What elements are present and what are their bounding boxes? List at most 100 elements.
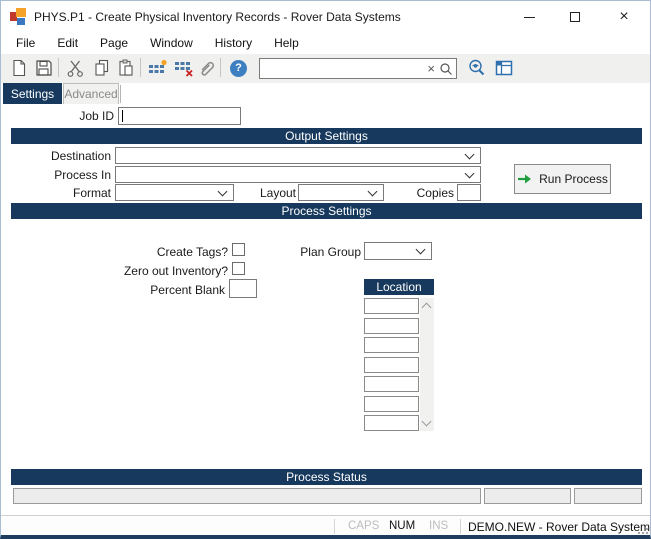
titlebar: PHYS.P1 - Create Physical Inventory Reco… bbox=[1, 1, 650, 33]
close-icon: × bbox=[619, 9, 628, 25]
location-input[interactable] bbox=[364, 376, 419, 392]
copy-button[interactable] bbox=[90, 57, 113, 79]
save-icon bbox=[35, 59, 53, 77]
process-status-field-2 bbox=[484, 488, 571, 504]
help-button[interactable]: ? bbox=[227, 57, 250, 79]
destination-select[interactable] bbox=[115, 147, 481, 164]
toolbar-separator bbox=[220, 58, 221, 77]
process-status-header: Process Status bbox=[11, 469, 642, 485]
scroll-up-icon[interactable] bbox=[422, 303, 432, 313]
paste-icon bbox=[117, 59, 135, 77]
caps-lock-indicator: CAPS bbox=[348, 520, 379, 532]
close-button[interactable]: × bbox=[597, 2, 651, 32]
chevron-down-icon bbox=[416, 245, 426, 255]
plan-group-label: Plan Group bbox=[241, 244, 361, 260]
menu-history[interactable]: History bbox=[204, 33, 263, 54]
cut-button[interactable] bbox=[64, 57, 87, 79]
resize-grip[interactable] bbox=[636, 522, 648, 534]
process-in-label: Process In bbox=[1, 167, 111, 183]
zero-out-inventory-checkbox[interactable] bbox=[232, 262, 245, 275]
insert-mode-indicator: INS bbox=[429, 520, 448, 532]
maximize-button[interactable] bbox=[552, 2, 597, 32]
run-process-label: Run Process bbox=[539, 172, 608, 186]
menu-file[interactable]: File bbox=[5, 33, 46, 54]
layout-label: Layout bbox=[191, 185, 296, 201]
location-scrollbar[interactable] bbox=[420, 298, 434, 431]
tab-strip-edge bbox=[120, 85, 121, 103]
save-button[interactable] bbox=[32, 57, 55, 79]
process-status-message-field bbox=[13, 488, 481, 504]
job-id-label: Job ID bbox=[1, 108, 114, 124]
location-list bbox=[364, 298, 419, 431]
search-clear-icon[interactable]: × bbox=[424, 62, 438, 75]
location-input[interactable] bbox=[364, 318, 419, 334]
menu-edit[interactable]: Edit bbox=[46, 33, 89, 54]
zoom-preview-button[interactable] bbox=[465, 57, 488, 79]
scroll-down-icon[interactable] bbox=[422, 417, 432, 427]
statusbar-separator bbox=[334, 519, 335, 534]
zoom-preview-icon bbox=[467, 58, 487, 78]
help-icon: ? bbox=[230, 60, 247, 77]
format-label: Format bbox=[1, 185, 111, 201]
statusbar-separator bbox=[460, 519, 461, 534]
location-input[interactable] bbox=[364, 357, 419, 373]
search-field: × bbox=[259, 58, 457, 79]
location-input[interactable] bbox=[364, 396, 419, 412]
layout-grid-button[interactable] bbox=[492, 57, 515, 79]
new-document-button[interactable] bbox=[7, 57, 30, 79]
app-window: PHYS.P1 - Create Physical Inventory Reco… bbox=[0, 0, 651, 539]
process-settings-header: Process Settings bbox=[11, 203, 642, 219]
destination-label: Destination bbox=[1, 148, 111, 164]
tab-settings[interactable]: Settings bbox=[3, 83, 62, 104]
new-document-icon bbox=[10, 59, 28, 77]
layout-grid-icon bbox=[494, 58, 514, 78]
toolbar-separator bbox=[140, 58, 141, 77]
insert-row-icon bbox=[148, 59, 168, 77]
num-lock-indicator: NUM bbox=[389, 520, 415, 532]
app-icon-orange-square bbox=[16, 8, 26, 17]
insert-row-button[interactable] bbox=[146, 57, 169, 79]
menu-help[interactable]: Help bbox=[263, 33, 310, 54]
chevron-down-icon bbox=[465, 168, 475, 178]
run-arrow-icon bbox=[517, 172, 533, 186]
job-id-input[interactable] bbox=[118, 107, 241, 125]
copies-label: Copies bbox=[344, 185, 454, 201]
process-status-field-3 bbox=[574, 488, 642, 504]
text-cursor bbox=[122, 110, 123, 122]
minimize-button[interactable] bbox=[507, 2, 552, 32]
paste-button[interactable] bbox=[114, 57, 137, 79]
attach-icon bbox=[197, 59, 216, 78]
toolbar-separator bbox=[58, 58, 59, 77]
location-header: Location bbox=[364, 279, 434, 295]
copies-input[interactable] bbox=[457, 184, 481, 201]
window-title: PHYS.P1 - Create Physical Inventory Reco… bbox=[34, 10, 401, 24]
run-process-button[interactable]: Run Process bbox=[514, 164, 611, 194]
tab-advanced[interactable]: Advanced bbox=[63, 83, 119, 104]
menu-bar: File Edit Page Window History Help bbox=[1, 33, 650, 54]
app-icon bbox=[10, 8, 28, 26]
output-settings-header: Output Settings bbox=[11, 128, 642, 144]
chevron-down-icon bbox=[465, 149, 475, 159]
process-in-select[interactable] bbox=[115, 166, 481, 183]
plan-group-select[interactable] bbox=[364, 242, 432, 260]
connection-label: DEMO.NEW - Rover Data Systems bbox=[468, 520, 651, 534]
location-input[interactable] bbox=[364, 415, 419, 431]
attach-button[interactable] bbox=[195, 57, 218, 79]
menu-page[interactable]: Page bbox=[89, 33, 139, 54]
search-input[interactable] bbox=[260, 60, 424, 77]
percent-blank-input[interactable] bbox=[229, 279, 257, 298]
location-input[interactable] bbox=[364, 337, 419, 353]
delete-row-button[interactable] bbox=[172, 57, 195, 79]
app-icon-blue-square bbox=[17, 18, 25, 25]
location-input[interactable] bbox=[364, 298, 419, 314]
copy-icon bbox=[93, 59, 111, 77]
search-icon[interactable] bbox=[438, 61, 454, 77]
percent-blank-label: Percent Blank bbox=[1, 282, 225, 298]
menu-window[interactable]: Window bbox=[139, 33, 204, 54]
create-tags-label: Create Tags? bbox=[1, 244, 228, 260]
zero-out-inventory-label: Zero out Inventory? bbox=[1, 263, 228, 279]
status-bar: CAPS NUM INS DEMO.NEW - Rover Data Syste… bbox=[1, 515, 650, 536]
minimize-icon bbox=[524, 17, 535, 18]
maximize-icon bbox=[570, 12, 580, 22]
cut-icon bbox=[66, 59, 85, 78]
